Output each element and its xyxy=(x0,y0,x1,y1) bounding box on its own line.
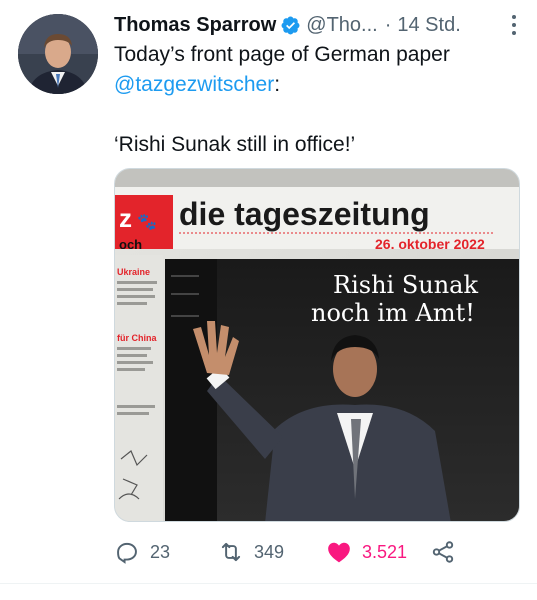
tweet-quote: ‘Rishi Sunak still in office!’ xyxy=(114,133,356,156)
more-icon[interactable] xyxy=(504,12,524,38)
tweet[interactable]: Thomas Sparrow @Tho... · 14 Std. Today’s… xyxy=(0,0,537,583)
mention-link[interactable]: @tazgezwitscher xyxy=(114,73,274,96)
paper-headline-line1: Rishi Sunak xyxy=(333,271,478,299)
share-icon xyxy=(432,541,454,563)
avatar-image xyxy=(18,14,98,94)
timestamp[interactable]: 14 Std. xyxy=(397,14,460,37)
newspaper-front-page: z 🐾 och die tageszeitung 26. oktober 202… xyxy=(115,169,519,521)
separator-dot: · xyxy=(384,13,392,36)
retweet-button[interactable]: 349 xyxy=(218,536,284,568)
heart-icon xyxy=(328,542,350,563)
tweet-text-main: Today’s front page of German paper xyxy=(114,43,450,66)
taz-logo-letter: z xyxy=(119,203,132,233)
like-button[interactable]: 3.521 xyxy=(326,536,407,568)
verified-badge-icon xyxy=(281,16,300,34)
avatar[interactable] xyxy=(18,14,98,94)
tweet-header: Thomas Sparrow @Tho... · 14 Std. xyxy=(114,10,524,40)
tweet-divider xyxy=(0,583,537,584)
masthead: die tageszeitung xyxy=(179,196,430,232)
author-name[interactable]: Thomas Sparrow xyxy=(114,14,276,37)
media-image[interactable]: z 🐾 och die tageszeitung 26. oktober 202… xyxy=(114,168,520,522)
reply-count: 23 xyxy=(150,541,171,562)
sidebar-item1-title: Ukraine xyxy=(117,267,150,277)
like-count: 3.521 xyxy=(362,541,408,562)
tweet-text: Today’s front page of German paper @tazg… xyxy=(114,40,524,100)
sidebar-item2-title: für China xyxy=(117,333,157,343)
retweet-count: 349 xyxy=(254,541,285,562)
author-handle[interactable]: @Tho... xyxy=(306,14,377,37)
reply-icon xyxy=(117,542,137,564)
section-tag: och xyxy=(119,237,142,252)
share-button[interactable] xyxy=(430,536,456,568)
paper-date: 26. oktober 2022 xyxy=(375,236,485,252)
reply-button[interactable]: 23 xyxy=(114,536,170,568)
paper-headline-line2: noch im Amt! xyxy=(311,299,475,327)
svg-text:🐾: 🐾 xyxy=(137,214,157,231)
tweet-text-end: : xyxy=(274,73,281,96)
retweet-icon xyxy=(221,542,241,562)
